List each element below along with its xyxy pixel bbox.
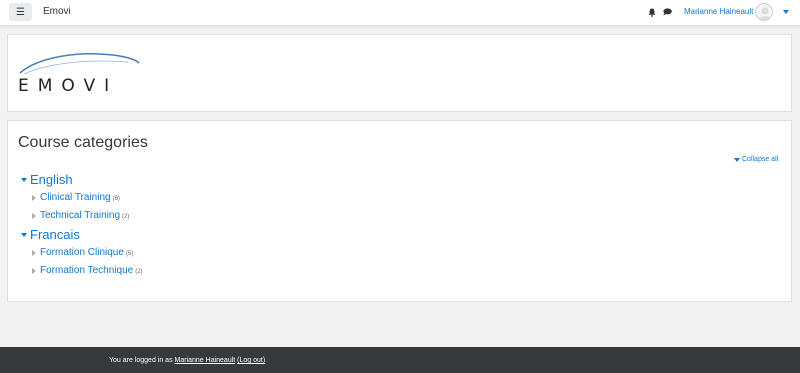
collapse-all-label: Collapse all — [742, 156, 779, 163]
logout-link[interactable]: (Log out) — [237, 357, 265, 364]
user-menu-name[interactable]: Marianne Haineault — [684, 7, 753, 16]
logo-swoosh-icon — [19, 53, 140, 75]
category-francais[interactable]: Francais — [21, 227, 80, 242]
course-count: (2) — [135, 269, 143, 275]
subcategory-label[interactable]: Formation Technique — [40, 265, 133, 276]
subcategory-label[interactable]: Technical Training — [40, 210, 120, 221]
subcategory-formation-clinique[interactable]: Formation Clinique (5) — [32, 247, 133, 258]
login-info-prefix: You are logged in as — [109, 357, 175, 364]
caret-down-icon[interactable] — [783, 10, 789, 14]
top-navbar: ☰ Emovi Marianne Haineault — [0, 0, 800, 26]
subcategory-label[interactable]: Clinical Training — [40, 192, 111, 203]
menu-toggle-button[interactable]: ☰ — [9, 3, 32, 21]
user-avatar-icon — [758, 7, 772, 20]
course-count: (6) — [112, 196, 120, 202]
caret-right-icon — [32, 267, 36, 274]
page-title: Course categories — [18, 134, 148, 151]
subcategory-clinical-training[interactable]: Clinical Training (6) — [32, 192, 120, 203]
category-label[interactable]: Francais — [30, 227, 80, 242]
collapse-all-link[interactable]: Collapse all — [734, 156, 778, 163]
course-count: (5) — [125, 251, 134, 257]
subcategory-technical-training[interactable]: Technical Training (2) — [32, 210, 129, 221]
caret-down-icon — [21, 232, 27, 237]
footer-user-link[interactable]: Marianne Haineault — [175, 357, 236, 364]
caret-right-icon — [32, 249, 36, 256]
avatar[interactable] — [755, 3, 773, 21]
category-english[interactable]: English — [21, 172, 73, 187]
subcategory-label[interactable]: Formation Clinique — [40, 247, 124, 258]
logo-card: EMOVI — [7, 34, 792, 112]
course-count: (2) — [122, 214, 130, 220]
bell-icon[interactable] — [648, 8, 656, 17]
caret-right-icon — [32, 212, 36, 219]
caret-down-icon — [734, 157, 740, 162]
site-name-link[interactable]: Emovi — [43, 6, 71, 17]
emovi-logo: EMOVI — [18, 49, 148, 96]
page-footer: You are logged in as Marianne Haineault … — [0, 347, 800, 373]
caret-down-icon — [21, 177, 27, 182]
subcategory-formation-technique[interactable]: Formation Technique (2) — [32, 265, 143, 276]
course-categories-card: Course categories Collapse all English C… — [7, 120, 792, 302]
caret-right-icon — [32, 194, 36, 201]
hamburger-icon: ☰ — [16, 6, 25, 18]
logo-text: EMOVI — [18, 76, 119, 96]
chat-icon[interactable] — [663, 8, 672, 16]
login-info: You are logged in as Marianne Haineault … — [109, 357, 265, 364]
category-label[interactable]: English — [30, 172, 73, 187]
